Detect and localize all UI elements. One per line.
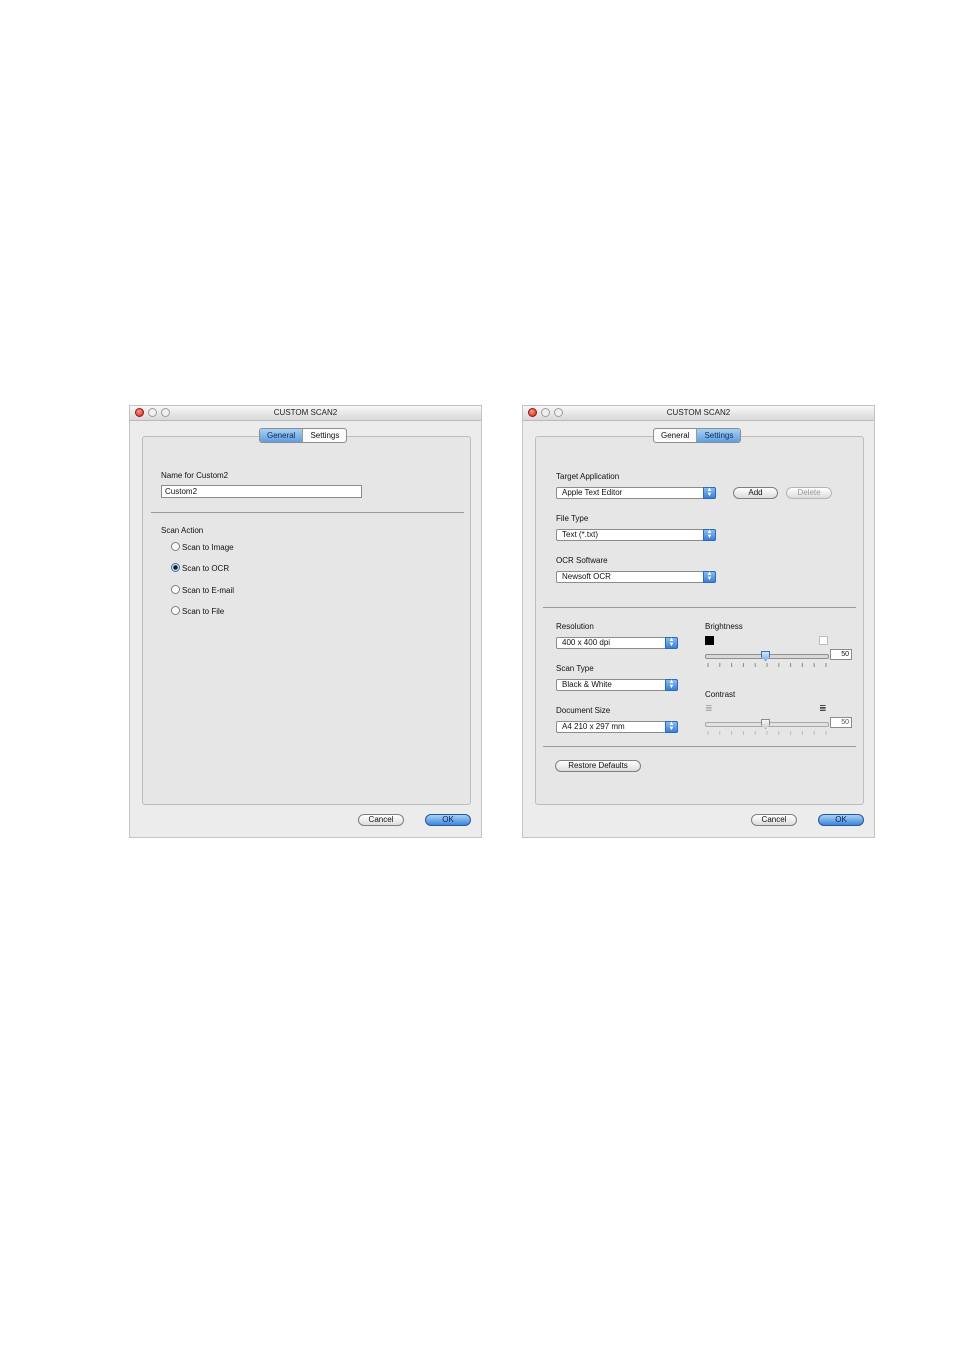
ocr-software-label: OCR Software (556, 556, 608, 565)
resolution-value: 400 x 400 dpi (562, 638, 611, 647)
scan-to-ocr-label[interactable]: Scan to OCR (182, 564, 229, 573)
select-arrows-icon: ▲ ▼ (665, 637, 678, 649)
document-size-label: Document Size (556, 706, 611, 715)
tab-settings[interactable]: Settings (302, 429, 346, 442)
scan-action-label: Scan Action (161, 526, 204, 535)
scan-to-image-radio[interactable] (171, 542, 180, 551)
tab-general[interactable]: General (654, 429, 696, 442)
settings-panel: Target Application Apple Text Editor ▲ ▼ … (535, 436, 864, 805)
delete-button: Delete (786, 487, 832, 499)
ocr-software-select[interactable]: Newsoft OCR ▲ ▼ (556, 571, 716, 583)
tab-bar: General Settings (653, 428, 742, 443)
select-arrows-icon: ▲ ▼ (665, 679, 678, 691)
brightness-ticks (707, 663, 827, 667)
cancel-button[interactable]: Cancel (751, 814, 797, 826)
low-contrast-icon: ≣ (705, 703, 713, 713)
brightness-slider-knob[interactable] (761, 651, 770, 661)
contrast-ticks (707, 731, 827, 735)
custom-scan2-general-window: CUSTOM SCAN2 General Settings Name for C… (129, 405, 482, 838)
scan-to-email-radio[interactable] (171, 585, 180, 594)
dark-square-icon (705, 636, 714, 645)
scan-type-label: Scan Type (556, 664, 594, 673)
window-title: CUSTOM SCAN2 (273, 408, 338, 417)
document-size-select[interactable]: A4 210 x 297 mm ▲ ▼ (556, 721, 678, 733)
ok-button[interactable]: OK (818, 814, 864, 826)
select-arrows-icon: ▲ ▼ (665, 721, 678, 733)
scan-to-file-label[interactable]: Scan to File (182, 607, 224, 616)
target-application-select[interactable]: Apple Text Editor ▲ ▼ (556, 487, 716, 499)
separator (543, 746, 856, 747)
document-size-value: A4 210 x 297 mm (562, 722, 625, 731)
file-type-value: Text (*.txt) (562, 530, 599, 539)
name-field[interactable]: Custom2 (161, 485, 362, 498)
tab-general[interactable]: General (260, 429, 303, 442)
scan-type-select[interactable]: Black & White ▲ ▼ (556, 679, 678, 691)
separator (543, 607, 856, 608)
brightness-value-field[interactable]: 50 (830, 649, 852, 660)
ok-button[interactable]: OK (425, 814, 471, 826)
target-application-value: Apple Text Editor (562, 488, 623, 497)
general-panel: Name for Custom2 Custom2 Scan Action Sca… (142, 436, 471, 805)
file-type-label: File Type (556, 514, 589, 523)
target-application-label: Target Application (556, 472, 620, 481)
title-bar[interactable]: CUSTOM SCAN2 (130, 406, 481, 421)
select-arrows-icon: ▲ ▼ (703, 529, 716, 541)
tab-settings[interactable]: Settings (696, 429, 741, 442)
title-bar[interactable]: CUSTOM SCAN2 (523, 406, 874, 421)
custom-scan2-settings-window: CUSTOM SCAN2 General Settings Target App… (522, 405, 875, 838)
resolution-label: Resolution (556, 622, 594, 631)
window-title: CUSTOM SCAN2 (666, 408, 731, 417)
separator (151, 512, 464, 513)
resolution-select[interactable]: 400 x 400 dpi ▲ ▼ (556, 637, 678, 649)
tab-bar: General Settings (259, 428, 348, 443)
name-label: Name for Custom2 (161, 471, 229, 480)
file-type-select[interactable]: Text (*.txt) ▲ ▼ (556, 529, 716, 541)
light-square-icon (819, 636, 828, 645)
contrast-value-field: 50 (830, 717, 852, 728)
add-button[interactable]: Add (733, 487, 778, 499)
select-arrows-icon: ▲ ▼ (703, 571, 716, 583)
contrast-label: Contrast (705, 690, 736, 699)
scan-type-value: Black & White (562, 680, 612, 689)
scan-to-ocr-radio[interactable] (171, 563, 180, 572)
brightness-label: Brightness (705, 622, 743, 631)
contrast-slider-knob (761, 719, 770, 729)
scan-to-image-label[interactable]: Scan to Image (182, 543, 234, 552)
high-contrast-icon: ≣ (819, 703, 827, 713)
select-arrows-icon: ▲ ▼ (703, 487, 716, 499)
scan-to-email-label[interactable]: Scan to E-mail (182, 586, 234, 595)
restore-defaults-button[interactable]: Restore Defaults (555, 760, 641, 772)
ocr-software-value: Newsoft OCR (562, 572, 611, 581)
cancel-button[interactable]: Cancel (358, 814, 404, 826)
scan-to-file-radio[interactable] (171, 606, 180, 615)
